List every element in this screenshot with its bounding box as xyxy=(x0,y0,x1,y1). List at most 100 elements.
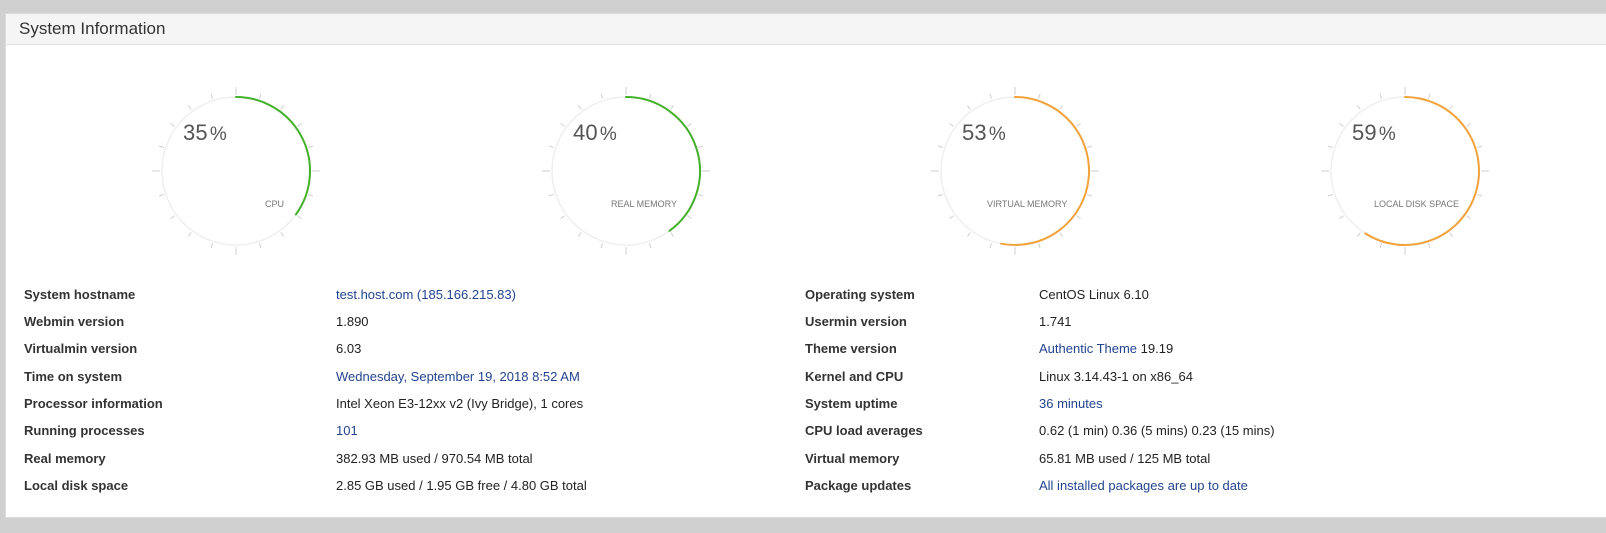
gauges-row: 35% CPU 40% REAL MEMORY 53% VIRTUAL MEMO… xyxy=(6,46,1606,256)
info-label: System hostname xyxy=(24,287,136,302)
info-label: Virtual memory xyxy=(805,451,900,466)
info-value: 2.85 GB used / 1.95 GB free / 4.80 GB to… xyxy=(336,478,587,493)
gauge-tick xyxy=(670,105,675,110)
info-label: Webmin version xyxy=(24,314,125,329)
gauge-tick xyxy=(577,105,582,110)
gauge-tick xyxy=(1356,232,1361,237)
gauge-tick xyxy=(170,215,175,220)
theme-link[interactable]: Authentic Theme xyxy=(1039,341,1137,356)
info-label: CPU load averages xyxy=(805,423,923,438)
gauge-tick xyxy=(158,194,164,197)
gauge-tick xyxy=(698,145,704,148)
gauge-tick xyxy=(698,194,704,197)
gauge-tick xyxy=(1379,243,1382,249)
gauge-tick xyxy=(1038,243,1041,249)
gauge-tick xyxy=(280,232,285,237)
info-label: System uptime xyxy=(805,396,898,411)
local-disk-space-gauge: 59% LOCAL DISK SPACE xyxy=(1320,86,1490,256)
gauge-tick xyxy=(210,93,213,99)
gauge-tick xyxy=(1466,122,1471,127)
gauge-tick xyxy=(170,122,175,127)
gauge-tick xyxy=(1466,215,1471,220)
gauge-tick xyxy=(1428,93,1431,99)
gauge-tick xyxy=(1449,232,1454,237)
gauge-tick xyxy=(600,243,603,249)
gauge-tick xyxy=(687,215,692,220)
info-value: 6.03 xyxy=(336,341,362,356)
info-label: Running processes xyxy=(24,423,145,438)
gauge-value: 59% xyxy=(1352,120,1396,145)
gauge-value: 35% xyxy=(183,120,227,145)
gauge-tick xyxy=(937,145,943,148)
info-label: Local disk space xyxy=(24,478,129,493)
gauge-tick xyxy=(1087,194,1093,197)
info-value: Intel Xeon E3-12xx v2 (Ivy Bridge), 1 co… xyxy=(336,396,584,411)
gauge-tick xyxy=(1339,122,1344,127)
info-label: Real memory xyxy=(24,451,106,466)
gauge-value: 40% xyxy=(573,120,617,145)
gauge-tick xyxy=(187,105,192,110)
gauge-tick xyxy=(1339,215,1344,220)
gauge-value: 53% xyxy=(962,120,1006,145)
info-label: Usermin version xyxy=(805,314,907,329)
running-processes-link[interactable]: 101 xyxy=(336,422,358,440)
gauge-value-arc xyxy=(1000,96,1090,246)
gauge-tick xyxy=(308,145,314,148)
info-label: Kernel and CPU xyxy=(805,369,904,384)
gauge-tick xyxy=(989,93,992,99)
gauge-tick xyxy=(687,122,692,127)
hostname-link[interactable]: test.host.com (185.166.215.83) xyxy=(336,286,516,304)
gauge-tick xyxy=(560,215,565,220)
gauge-tick xyxy=(966,232,971,237)
gauge-label: CPU xyxy=(265,199,285,209)
gauge-tick xyxy=(1076,122,1081,127)
gauge-tick xyxy=(259,93,262,99)
info-value: 0.62 (1 min) 0.36 (5 mins) 0.23 (15 mins… xyxy=(1039,423,1275,438)
gauge-tick xyxy=(297,122,302,127)
gauge-dial xyxy=(152,87,320,255)
system-information-panel: System Information 35% CPU 40% REAL MEMO… xyxy=(5,13,1606,518)
gauge-value-arc xyxy=(235,96,311,216)
gauge-tick xyxy=(280,105,285,110)
theme-version-number: 19.19 xyxy=(1137,341,1174,356)
info-label: Theme version xyxy=(805,341,897,356)
gauge-tick xyxy=(1038,93,1041,99)
system-uptime-link[interactable]: 36 minutes xyxy=(1039,395,1103,413)
gauge-dial xyxy=(1321,87,1489,255)
gauge-tick xyxy=(600,93,603,99)
gauge-tick xyxy=(1087,145,1093,148)
gauge-tick xyxy=(1059,105,1064,110)
gauge-tick xyxy=(1477,145,1483,148)
gauge-tick xyxy=(187,232,192,237)
gauge-tick xyxy=(259,243,262,249)
info-label: Virtualmin version xyxy=(24,341,138,356)
info-label: Processor information xyxy=(24,396,163,411)
gauge-label: LOCAL DISK SPACE xyxy=(1374,199,1460,209)
gauge-tick xyxy=(1428,243,1431,249)
info-value: 1.890 xyxy=(336,314,369,329)
virtual-memory-gauge: 53% VIRTUAL MEMORY xyxy=(930,86,1100,256)
gauge-dial xyxy=(931,87,1099,255)
panel-title: System Information xyxy=(6,14,1606,45)
info-value: Authentic Theme 19.19 xyxy=(1039,340,1173,358)
time-on-system-link[interactable]: Wednesday, September 19, 2018 8:52 AM xyxy=(336,368,580,386)
gauge-tick xyxy=(966,105,971,110)
gauge-tick xyxy=(1327,145,1333,148)
gauge-tick xyxy=(1356,105,1361,110)
gauge-tick xyxy=(577,232,582,237)
gauge-tick xyxy=(1076,215,1081,220)
gauge-dial xyxy=(542,87,710,255)
gauge-tick xyxy=(548,194,554,197)
gauge-tick xyxy=(548,145,554,148)
gauge-tick xyxy=(649,93,652,99)
gauge-label: REAL MEMORY xyxy=(611,199,678,209)
info-value: Linux 3.14.43-1 on x86_64 xyxy=(1039,369,1193,384)
gauge-tick xyxy=(1327,194,1333,197)
real-memory-gauge: 40% REAL MEMORY xyxy=(541,86,711,256)
package-updates-link[interactable]: All installed packages are up to date xyxy=(1039,477,1248,495)
info-value: CentOS Linux 6.10 xyxy=(1039,287,1149,302)
gauge-value-arc xyxy=(625,96,701,232)
gauge-tick xyxy=(670,232,675,237)
gauge-label: VIRTUAL MEMORY xyxy=(987,199,1068,209)
gauge-tick xyxy=(297,215,302,220)
